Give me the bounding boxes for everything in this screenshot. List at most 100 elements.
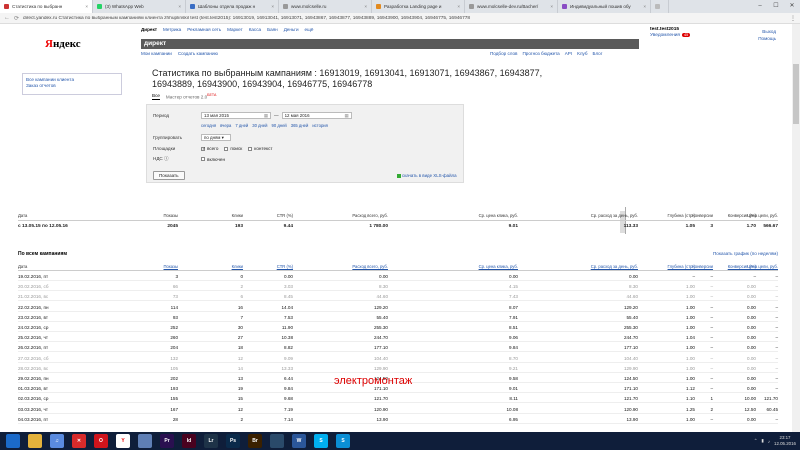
period-row: Период 13 мая 2015 ▦ — 12 мая 2016 ▦ bbox=[153, 112, 352, 119]
browser-tab[interactable] bbox=[651, 0, 669, 13]
report-orders-link[interactable]: Заказ отчетов bbox=[26, 83, 118, 89]
tab-close-icon[interactable]: × bbox=[178, 4, 181, 9]
column-header[interactable]: Цена цели, руб. bbox=[745, 262, 778, 271]
clock[interactable]: 23:17 12.05.2016 bbox=[774, 435, 796, 447]
checkbox-box[interactable] bbox=[248, 146, 253, 151]
windows-start-icon[interactable] bbox=[6, 434, 20, 448]
reload-icon[interactable]: ⟳ bbox=[14, 15, 19, 22]
itunes-icon[interactable]: ♫ bbox=[50, 434, 64, 448]
tab-close-icon[interactable]: × bbox=[85, 4, 88, 9]
quick-period-link[interactable]: сегодня bbox=[201, 123, 216, 128]
column-header[interactable]: Показы bbox=[128, 262, 178, 271]
help-link[interactable]: Помощь bbox=[758, 35, 776, 42]
top-nav-item[interactable]: Деньги bbox=[284, 27, 299, 32]
checkbox-box[interactable] bbox=[224, 146, 229, 151]
top-nav-item[interactable]: ещё bbox=[305, 27, 314, 32]
column-header[interactable]: Клики bbox=[203, 262, 243, 271]
opera-icon[interactable]: O bbox=[94, 434, 108, 448]
top-nav-item[interactable]: Касса bbox=[249, 27, 261, 32]
browser-tab[interactable]: www.molcselle-dev.ru/Bacher/ × bbox=[465, 0, 558, 13]
tab-all[interactable]: Все bbox=[152, 93, 160, 100]
minimize-icon[interactable]: – bbox=[752, 0, 768, 13]
skype-alt-icon[interactable]: S bbox=[336, 434, 350, 448]
column-header[interactable]: Ср. расход за день, руб. bbox=[528, 262, 638, 271]
tool-link[interactable]: Блог bbox=[592, 51, 602, 56]
bridge-icon[interactable]: Br bbox=[248, 434, 262, 448]
quick-period-link[interactable]: вчера bbox=[220, 123, 231, 128]
column-header[interactable]: Ср. цена клика, руб. bbox=[418, 262, 518, 271]
close-icon[interactable]: ✕ bbox=[784, 0, 800, 13]
photoshop-icon[interactable]: Ps bbox=[226, 434, 240, 448]
browser-tab[interactable]: www.molcselle.ru × bbox=[279, 0, 372, 13]
yandex-browser-icon[interactable]: Y bbox=[116, 434, 130, 448]
tab-close-icon[interactable]: × bbox=[550, 4, 553, 9]
browser-menu-icon[interactable]: ⋮ bbox=[790, 15, 796, 22]
tab-close-icon[interactable]: × bbox=[643, 4, 646, 9]
quick-period-link[interactable]: 7 дней bbox=[235, 123, 248, 128]
date-to-input[interactable]: 12 мая 2016 ▦ bbox=[281, 112, 352, 119]
tray-arrow-icon[interactable]: ⌃ bbox=[754, 438, 758, 444]
platform-checkbox[interactable]: поиск bbox=[224, 146, 242, 151]
date-from-input[interactable]: 13 мая 2015 ▦ bbox=[201, 112, 271, 119]
url-field[interactable]: direct.yandex.ru Статистика по выбранным… bbox=[23, 16, 790, 21]
top-nav-item[interactable]: Маркет bbox=[227, 27, 243, 32]
tool-link[interactable]: API bbox=[565, 51, 572, 56]
tab-close-icon[interactable]: × bbox=[457, 4, 460, 9]
user-login[interactable]: test.test2015 bbox=[650, 27, 690, 32]
file-explorer-icon[interactable] bbox=[28, 434, 42, 448]
show-graph-link[interactable]: Показать график (по неделям) bbox=[713, 251, 778, 256]
tool-link[interactable]: Подбор слов bbox=[490, 51, 517, 56]
lightroom-icon[interactable]: Lr bbox=[204, 434, 218, 448]
skype-icon[interactable]: S bbox=[314, 434, 328, 448]
network-icon[interactable]: ▮ bbox=[761, 438, 763, 444]
browser-tab[interactable]: Статистика по выбранн × bbox=[0, 0, 93, 13]
column-header[interactable]: CTR (%) bbox=[243, 262, 293, 271]
quick-period-link[interactable]: 365 дней bbox=[291, 123, 309, 128]
browser-tab[interactable]: Индивидуальный пошив обу × bbox=[558, 0, 651, 13]
tab-report-master[interactable]: Мастер отчетов 2.0БЕТА bbox=[166, 93, 216, 100]
browser-tab[interactable]: (3) WhatsApp Web × bbox=[93, 0, 186, 13]
column-header[interactable]: Конверсии bbox=[668, 262, 713, 271]
app-x-icon[interactable]: ✕ bbox=[72, 434, 86, 448]
platform-checkbox[interactable]: контекст bbox=[248, 146, 273, 151]
maximize-icon[interactable]: ☐ bbox=[768, 0, 784, 13]
show-button[interactable]: Показать bbox=[153, 171, 185, 180]
tool-link[interactable]: Прогноз бюджета bbox=[522, 51, 559, 56]
quick-period-link[interactable]: 90 дней bbox=[272, 123, 287, 128]
top-nav-item[interactable]: Директ bbox=[141, 27, 157, 32]
calendar-icon[interactable]: ▦ bbox=[344, 113, 348, 119]
premiere-icon[interactable]: Pr bbox=[160, 434, 174, 448]
tab-close-icon[interactable]: × bbox=[271, 4, 274, 9]
back-icon[interactable]: ← bbox=[4, 15, 10, 21]
word-icon[interactable]: W bbox=[292, 434, 306, 448]
page-scrollbar[interactable] bbox=[792, 24, 800, 432]
notifications-link[interactable]: Уведомления 45 bbox=[650, 33, 691, 38]
media-encoder-icon[interactable] bbox=[270, 434, 284, 448]
info-icon[interactable]: ⓘ bbox=[164, 156, 169, 161]
top-nav-item[interactable]: Баян bbox=[267, 27, 278, 32]
volume-icon[interactable]: ♪ bbox=[768, 439, 770, 444]
vat-checkbox[interactable]: включен bbox=[201, 157, 225, 162]
create-campaign-link[interactable]: Создать кампанию bbox=[178, 51, 218, 56]
browser-tab[interactable]: Шаблоны отдела продаж н × bbox=[186, 0, 279, 13]
platform-checkbox[interactable]: всего bbox=[201, 146, 218, 152]
tab-close-icon[interactable]: × bbox=[364, 4, 367, 9]
top-nav-item[interactable]: Рекламная сеть bbox=[187, 27, 221, 32]
browser-tab[interactable]: Разработка Landing page и × bbox=[372, 0, 465, 13]
logout-link[interactable]: Выход bbox=[758, 28, 776, 35]
indesign-icon[interactable]: Id bbox=[182, 434, 196, 448]
scrollbar-thumb[interactable] bbox=[793, 64, 799, 124]
tool-link[interactable]: Клуб bbox=[577, 51, 587, 56]
photos-icon[interactable] bbox=[138, 434, 152, 448]
vat-checkbox-box[interactable] bbox=[201, 157, 205, 161]
column-header[interactable]: Расход всего, руб. bbox=[298, 262, 388, 271]
calendar-icon[interactable]: ▦ bbox=[264, 113, 268, 119]
group-select[interactable]: по дням ▾ bbox=[201, 134, 231, 141]
my-campaigns-link[interactable]: Мои кампании bbox=[141, 51, 172, 56]
top-nav-item[interactable]: Метрика bbox=[163, 27, 181, 32]
download-xls-link[interactable]: скачать в виде XLS-файла bbox=[397, 173, 457, 178]
checkbox-box[interactable] bbox=[201, 146, 206, 152]
quick-period-link[interactable]: 30 дней bbox=[252, 123, 267, 128]
yandex-logo[interactable]: Яндекс bbox=[45, 38, 81, 50]
quick-period-link[interactable]: история bbox=[312, 123, 328, 128]
